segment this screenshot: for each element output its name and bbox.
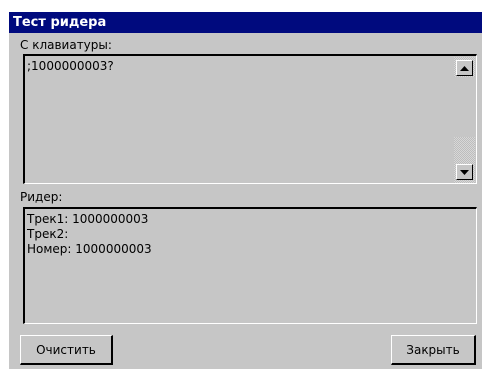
close-button[interactable]: Закрыть: [391, 335, 476, 365]
reader-output-area: Трек1: 1000000003 Трек2: Номер: 10000000…: [23, 207, 477, 324]
scrollbar-track: [454, 77, 475, 137]
keyboard-label: С клавиатуры:: [20, 38, 112, 52]
keyboard-input-area[interactable]: ;1000000003?: [23, 54, 477, 184]
scroll-up-button[interactable]: [456, 60, 473, 76]
scroll-down-button[interactable]: [456, 164, 473, 180]
reader-test-window: Тест ридера С клавиатуры: ;1000000003? Р…: [8, 11, 482, 369]
triangle-down-icon: [460, 169, 469, 175]
clear-button[interactable]: Очистить: [20, 335, 113, 365]
reader-track1-line: Трек1: 1000000003: [27, 212, 149, 226]
window-title: Тест ридера: [9, 12, 482, 33]
keyboard-input-text: ;1000000003?: [27, 59, 114, 73]
triangle-up-icon: [460, 65, 469, 71]
reader-track2-line: Трек2:: [27, 227, 69, 241]
reader-output-text: Трек1: 1000000003 Трек2: Номер: 10000000…: [27, 212, 152, 257]
vertical-scrollbar[interactable]: [454, 57, 475, 183]
reader-label: Ридер:: [20, 190, 63, 204]
reader-number-line: Номер: 1000000003: [27, 242, 152, 256]
